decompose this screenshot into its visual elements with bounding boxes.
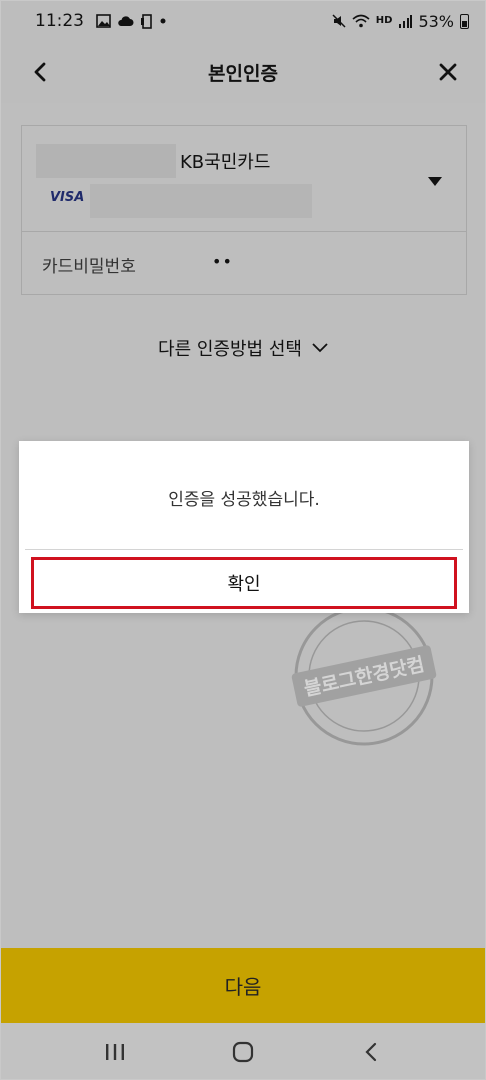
card-pin-row[interactable]: 카드비밀번호 •• [22,232,466,296]
masked-card-info [36,144,176,178]
cloud-icon [118,16,134,26]
card-pin-label: 카드비밀번호 [42,257,136,277]
back-nav-icon[interactable] [346,1032,396,1072]
dot-icon [160,18,166,24]
next-button[interactable]: 다음 [1,948,485,1023]
signal-icon [399,15,413,28]
app-header: 본인인증 [1,41,485,103]
card-select-row[interactable]: KB국민카드 VISA [22,126,466,232]
status-bar: 11:23 HD 53% [1,1,485,41]
dialog-divider [25,549,463,550]
status-right-group: HD 53% [332,12,469,31]
card-icon [141,13,152,29]
card-pin-value: •• [212,252,233,271]
status-time: 11:23 [35,11,84,31]
watermark-seal: 블로그한경닷컴 [291,606,437,746]
other-auth-method-toggle[interactable]: 다른 인증방법 선택 [1,335,485,361]
hd-label: HD [375,15,393,26]
card-name: KB국민카드 [180,152,271,173]
battery-percent: 53% [418,11,454,31]
wifi-icon [352,14,370,28]
masked-card-number [90,184,312,218]
screen: 11:23 HD 53% 본인인증 KB국민카드 VISA 카드비밀번호 •• … [0,0,486,1080]
card-select-box: KB국민카드 VISA 카드비밀번호 •• [21,125,467,295]
other-auth-method-label: 다른 인증방법 선택 [158,339,302,360]
back-arrow-icon[interactable] [25,55,55,89]
recent-apps-icon[interactable] [90,1032,140,1072]
visa-logo: VISA [50,190,85,205]
chevron-down-icon [312,343,328,353]
dropdown-triangle-icon[interactable] [428,172,442,191]
mute-icon [332,14,346,28]
battery-icon [460,13,469,29]
page-title: 본인인증 [208,62,278,85]
dialog-message: 인증을 성공했습니다. [168,490,320,510]
status-notification-icons [96,13,166,29]
gallery-icon [96,14,111,28]
success-dialog: 인증을 성공했습니다. 확인 [19,441,469,613]
close-icon[interactable] [433,55,463,89]
confirm-button[interactable]: 확인 [31,557,457,609]
system-nav-bar [1,1023,485,1079]
home-icon[interactable] [218,1032,268,1072]
